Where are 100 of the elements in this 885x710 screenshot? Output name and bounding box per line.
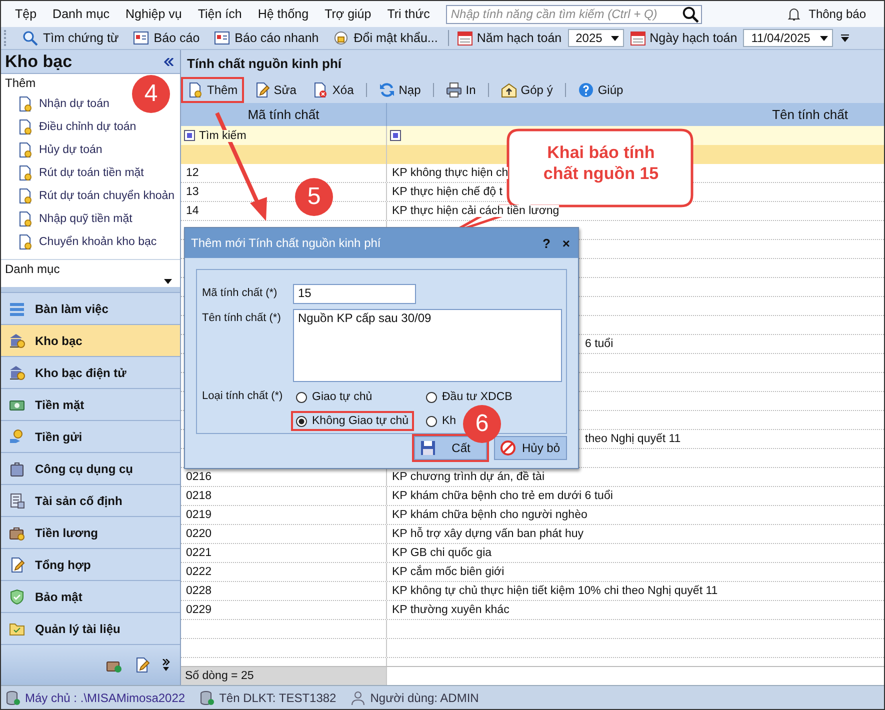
upload-icon [500,82,517,98]
edit-icon [9,556,25,572]
group-label: Thêm [4,75,37,92]
action-button[interactable]: Giúp [574,79,628,101]
radio-button[interactable] [296,416,307,426]
bank-icon [9,364,25,380]
year-label: Năm hạch toán [476,31,562,45]
table-cell: 0221 [181,544,387,562]
refresh-icon [378,82,395,98]
action-button[interactable]: Nạp [374,79,425,101]
filter-icon[interactable] [390,130,401,141]
table-cell: KP khám chữa bệnh cho trẻ em dưới 6 tuổi [392,490,613,502]
search-field[interactable]: Nhập tính năng cần tìm kiếm (Ctrl + Q) [446,4,702,24]
menu-item[interactable]: Trợ giúp [316,7,380,21]
table-cell: 0218 [181,487,387,505]
table-cell: 6 tuổi [585,338,614,350]
radio-button[interactable] [426,416,437,426]
action-button[interactable]: Góp ý [496,79,557,101]
year-dropdown[interactable]: 2025 [568,29,624,47]
table-cell: KP khám chữa bệnh cho người nghèo [392,509,588,521]
calendar-icon [630,30,646,46]
doc-icon [17,118,33,134]
doc-icon [17,188,33,204]
table-cell: KP chương trình dự án, đề tài [392,471,545,483]
field-label: Mã tính chất (*) [202,286,278,299]
toolbar-button[interactable]: Báo cáo nhanh [208,30,325,46]
search-icon[interactable] [682,6,699,22]
table-cell: KP không tự chủ thực hiện tiết kiệm 10% chi theo Nghị quyết 11 [392,585,718,597]
radio-option[interactable]: Đầu tư XDCB [423,389,516,405]
menu-item[interactable]: Tri thức [379,7,438,21]
input-field[interactable]: 15 [293,284,416,304]
status-text: Máy chủ : .\MISAMimosa2022 [25,690,186,704]
table-cell: KP không thực hiện ch [392,167,508,179]
shield-icon [9,588,25,604]
radio-option[interactable]: Không Giao tự chủ [293,413,412,429]
help-icon [578,82,594,98]
dialog-title: Thêm mới Tính chất nguồn kinh phí [191,236,381,250]
sidebar-link[interactable]: Nhận dự toán [39,98,110,110]
sidebar-link[interactable]: Nhập quỹ tiền mặt [39,212,132,224]
notifications-link[interactable]: Thông báo [808,7,866,21]
collapse-icon[interactable] [164,58,174,66]
menu-item[interactable]: Tiện ích [190,7,250,21]
radio-option[interactable]: Kh [423,413,460,429]
table-cell: KP cắm mốc biên giới [392,566,504,578]
nav-button[interactable]: Kho bạc [1,324,180,356]
table-cell: 0222 [181,563,387,581]
menu-item[interactable]: Nghiệp vụ [118,7,190,21]
report-icon [214,30,230,46]
sidebar-link[interactable]: Rút dự toán tiền mặt [39,166,144,178]
bell-icon [786,6,802,22]
help-button[interactable]: ? [542,236,550,250]
filter-icon[interactable] [184,130,195,141]
list-icon [9,300,25,316]
group-label: Danh mục [1,259,180,277]
user-icon [350,690,366,706]
table-cell: KP thường xuyên khác [392,604,510,616]
page-title: Tính chất nguồn kinh phí [186,55,343,73]
date-dropdown[interactable]: 11/04/2025 [743,29,834,47]
calendar-icon [456,30,473,46]
field-label: Tên tính chất (*) [202,311,282,324]
action-button[interactable]: Thêm [183,79,242,101]
sidebar-link[interactable]: Chuyển khoản kho bạc [39,236,157,248]
status-text: Người dùng: ADMIN [370,690,479,704]
table-cell: theo Nghị quyết 11 [585,433,681,445]
bank-icon [9,332,25,348]
table-cell: KP GB chi quốc gia [392,547,492,559]
toolbar-button[interactable]: Tìm chứng từ [16,30,125,46]
menu-item[interactable]: Tệp [7,7,45,21]
printer-icon [446,82,462,98]
radio-option[interactable]: Giao tự chủ [293,389,376,405]
close-button[interactable]: × [562,236,570,250]
column-header[interactable]: Tên tính chất [387,103,884,126]
folder-icon [9,620,25,636]
text-area[interactable]: Nguồn KP cấp sau 30/09 [293,309,562,382]
toolbar-button[interactable]: Báo cáo [126,30,206,46]
action-button[interactable]: Xóa [308,79,358,101]
dropdown-icon[interactable] [164,279,172,284]
menu-item[interactable]: Hệ thống [250,7,317,21]
expand-icon[interactable] [162,659,170,671]
cancel-icon [500,440,516,456]
sidebar-link[interactable]: Điều chỉnh dự toán [39,120,136,132]
action-button[interactable]: Sửa [250,79,300,101]
coin-icon [9,428,25,444]
action-button[interactable]: In [442,79,480,101]
overflow-icon[interactable] [841,34,850,42]
menu-item[interactable]: Danh mục [44,7,118,21]
table-cell: KP thực hiện cải cách tiền lương [392,205,560,217]
search-icon [22,30,38,46]
sidebar-link[interactable]: Rút dự toán chuyển khoản [39,190,175,202]
cancel-button[interactable]: Hủy bỏ [494,436,567,460]
radio-button[interactable] [426,392,437,402]
save-button[interactable]: Cất [414,436,487,460]
table-cell: 0229 [181,601,387,619]
table-cell: 0220 [181,525,387,543]
sidebar-link[interactable]: Hủy dự toán [39,144,102,156]
toolbar-button[interactable]: Đổi mật khẩu... [326,30,444,46]
filter-field[interactable]: Tìm kiếm [199,130,246,142]
status-text: Tên DLKT: TEST1382 [219,690,336,704]
radio-button[interactable] [296,392,307,402]
database-icon [199,690,216,706]
